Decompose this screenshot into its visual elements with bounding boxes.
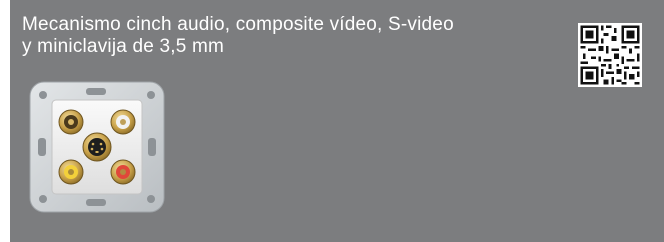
product-title-line-1: Mecanismo cinch audio, composite vídeo, … bbox=[22, 14, 454, 35]
av-socket-plate-image bbox=[28, 80, 166, 214]
product-title: Mecanismo cinch audio, composite vídeo, … bbox=[22, 14, 562, 58]
qr-code-icon bbox=[578, 23, 642, 87]
product-title-line-2: y miniclavija de 3,5 mm bbox=[22, 36, 225, 57]
